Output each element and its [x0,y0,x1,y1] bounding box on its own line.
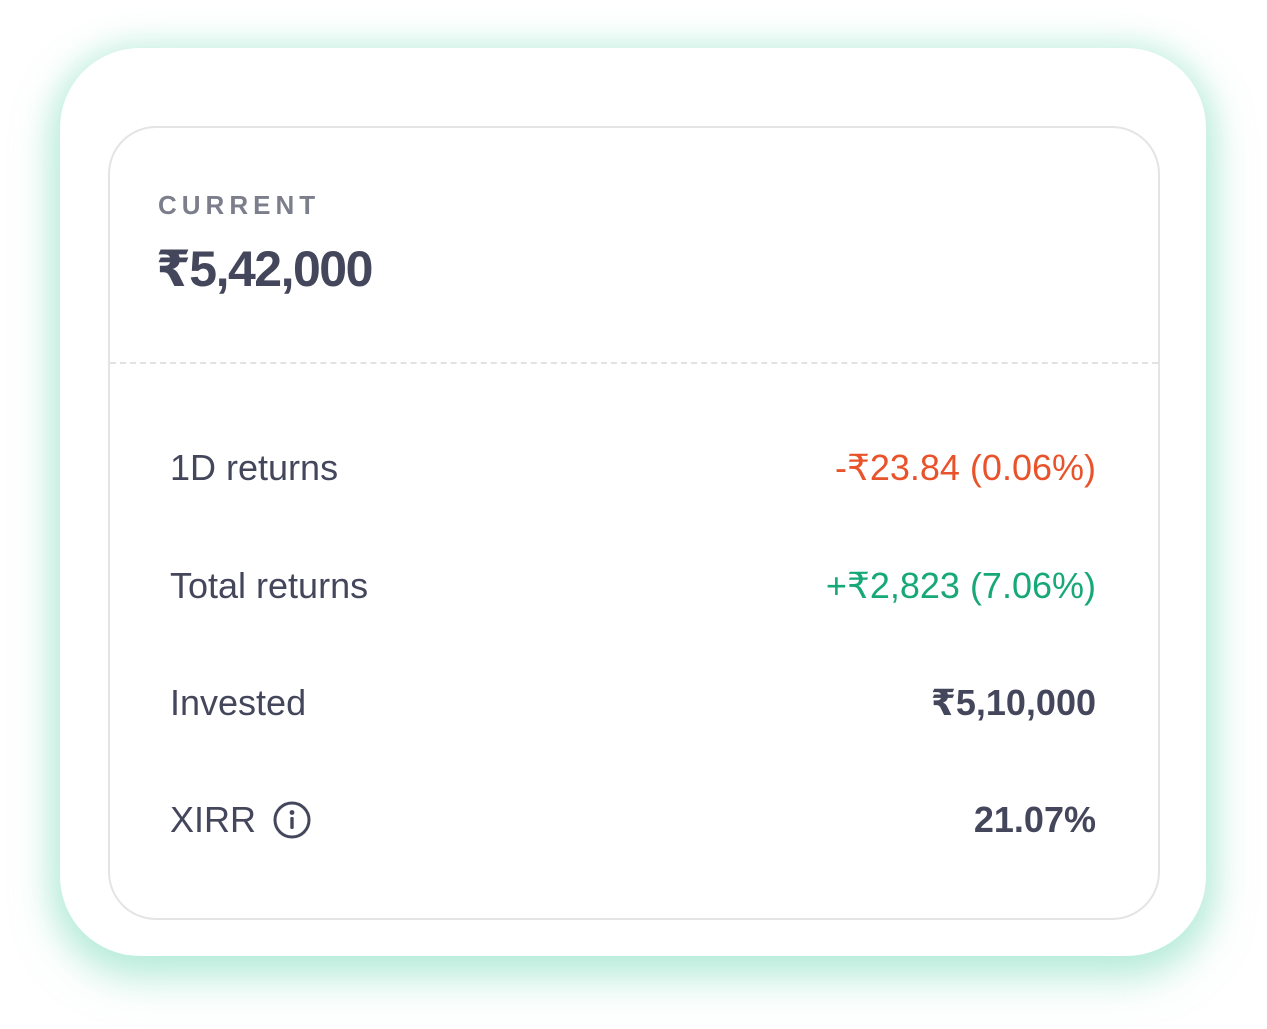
row-1d-returns-label: 1D returns [170,447,339,488]
row-total-returns: Total returns +₹2,823 (7.06%) [170,556,1096,616]
row-invested-value: ₹5,10,000 [930,682,1096,723]
row-xirr: XIRR 21.07% [170,790,1096,850]
current-value: ₹5,42,000 [156,241,373,297]
dashed-divider [110,362,1158,364]
info-icon[interactable] [272,800,312,840]
row-total-returns-label: Total returns [170,565,369,606]
row-xirr-value: 21.07% [973,799,1096,840]
row-1d-returns: 1D returns -₹23.84 (0.06%) [170,438,1096,498]
row-1d-returns-value: -₹23.84 (0.06%) [834,447,1096,488]
row-invested: Invested ₹5,10,000 [170,673,1096,733]
row-xirr-label-group: XIRR [170,799,312,841]
row-xirr-label: XIRR [170,799,257,840]
row-total-returns-value: +₹2,823 (7.06%) [825,565,1096,606]
current-label: CURRENT [158,190,321,220]
portfolio-summary-panel: CURRENT ₹5,42,000 1D returns -₹23.84 (0.… [108,126,1160,920]
row-invested-label: Invested [170,682,307,723]
